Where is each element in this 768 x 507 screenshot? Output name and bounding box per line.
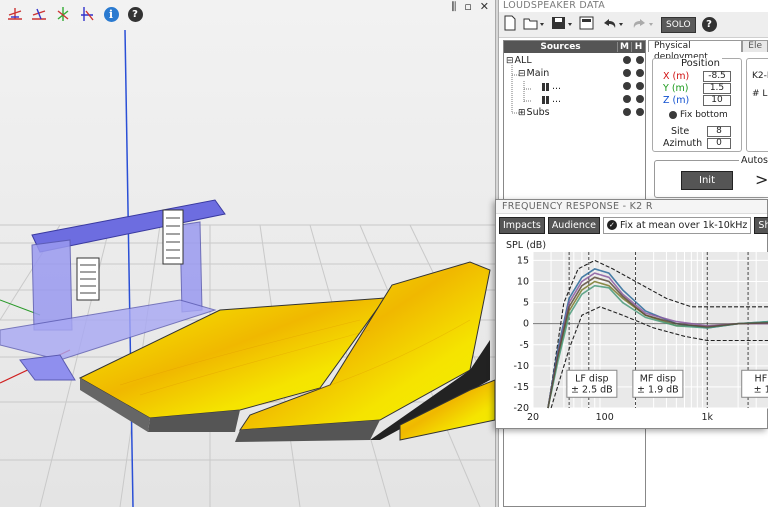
x-tick-label: 20 — [527, 412, 539, 423]
azimuth-input[interactable]: 0 — [707, 138, 731, 149]
fix-bottom-label: Fix bottom — [680, 110, 728, 120]
y-tick-label: -5 — [520, 340, 529, 351]
hide-toggle[interactable] — [636, 108, 644, 116]
fix-mean-checkbox[interactable]: ✓ Fix at mean over 1k-10kHz — [602, 216, 752, 234]
frequency-response-window: FREQUENCY RESPONSE - K2 R Impacts Audien… — [495, 199, 768, 429]
hide-column-header: H — [631, 42, 645, 52]
zoom-tool-icon[interactable] — [78, 5, 96, 23]
speaker-array-icon — [542, 95, 549, 104]
pin-icon[interactable]: ⫼ — [451, 0, 456, 14]
y-tick-label: 0 — [523, 319, 529, 330]
position-group: Position X (m) -8.5 Y (m) 1.5 Z (m) 10 F… — [652, 58, 742, 152]
check-icon: ✓ — [606, 220, 617, 230]
tree-item-label: ... — [552, 81, 562, 92]
panel-toolbar: SOLO ? — [499, 12, 768, 38]
sources-header: Sources M H — [504, 41, 645, 53]
autosplay-title: Autosp — [739, 155, 768, 166]
select-tool-icon[interactable] — [6, 5, 24, 23]
dispersion-value: ± 1.9 — [754, 384, 768, 395]
rotate-tool-icon[interactable] — [30, 5, 48, 23]
z-input[interactable]: 10 — [703, 95, 731, 106]
x-tick-label: 1k — [701, 412, 713, 423]
freq-toolbar: Impacts Audience ✓ Fix at mean over 1k-1… — [496, 214, 768, 236]
speaker-array-icon — [542, 82, 549, 91]
freq-title: FREQUENCY RESPONSE - K2 R — [496, 200, 767, 214]
y-axis-label: SPL (dB) — [506, 240, 546, 251]
open-folder-icon[interactable] — [523, 15, 545, 34]
undo-icon[interactable] — [601, 15, 625, 34]
mute-toggle[interactable] — [623, 95, 631, 103]
site-label: Site — [671, 126, 690, 137]
x-tick-label: 100 — [596, 412, 614, 423]
autosplay-next-button[interactable]: > — [755, 170, 768, 189]
fix-bottom-radio[interactable] — [669, 111, 677, 119]
sources-title: Sources — [540, 42, 581, 52]
hide-toggle[interactable] — [636, 69, 644, 77]
tree-item-label: ... — [552, 94, 562, 105]
info-glyph: i — [103, 6, 119, 22]
autosplay-group: Autosp Init > — [654, 155, 768, 198]
tree-lines — [511, 65, 532, 114]
3d-view[interactable]: i ? ⫼ ▫ ✕ — [0, 0, 495, 507]
dispersion-value: ± 1.9 dB — [637, 384, 679, 395]
3d-toolbar: i ? — [0, 0, 495, 28]
y-input[interactable]: 1.5 — [703, 83, 731, 94]
redo-icon[interactable] — [631, 15, 655, 34]
array-model-label: K2-E — [752, 71, 768, 81]
x-label: X (m) — [663, 71, 690, 82]
dispersion-title: HF di — [755, 373, 768, 384]
init-button[interactable]: Init — [681, 171, 733, 190]
hide-toggle[interactable] — [636, 82, 644, 90]
array-info-group: K2-E # L — [746, 58, 768, 152]
mute-toggle[interactable] — [623, 108, 631, 116]
site-input[interactable]: 8 — [707, 126, 731, 137]
mute-toggle[interactable] — [623, 56, 631, 64]
mute-column-header: M — [617, 42, 631, 52]
mute-toggle[interactable] — [623, 82, 631, 90]
help-glyph: ? — [127, 6, 143, 22]
help-icon[interactable]: ? — [126, 5, 144, 23]
deployment-tabs: Physical deployment Ele — [648, 40, 768, 62]
save-icon[interactable] — [551, 15, 573, 34]
3d-scene[interactable] — [0, 0, 495, 507]
dispersion-value: ± 2.5 dB — [571, 384, 613, 395]
show-measurements-button[interactable]: Show me — [754, 216, 768, 234]
fix-mean-label: Fix at mean over 1k-10kHz — [619, 219, 748, 231]
frequency-chart: 151050-5-10-15-20SPL (dB)20 100 1kLF disp±… — [506, 240, 768, 423]
restore-icon[interactable]: ▫ — [464, 0, 471, 14]
azimuth-label: Azimuth — [663, 138, 703, 149]
panel-title: LOUDSPEAKER DATA — [499, 0, 768, 12]
y-tick-label: 15 — [517, 255, 529, 266]
impacts-button[interactable]: Impacts — [499, 216, 545, 234]
close-icon[interactable]: ✕ — [480, 0, 489, 14]
x-input[interactable]: -8.5 — [703, 71, 731, 82]
y-tick-label: -10 — [513, 361, 529, 372]
panel-help-icon[interactable]: ? — [701, 17, 717, 32]
array-count-label: # L — [752, 89, 768, 99]
audience-button[interactable]: Audience — [547, 216, 600, 234]
y-tick-label: 5 — [523, 298, 529, 309]
z-label: Z (m) — [663, 95, 690, 106]
solo-button[interactable]: SOLO — [661, 16, 696, 33]
z-axis — [124, 29, 134, 507]
window-controls: ⫼ ▫ ✕ — [451, 0, 489, 14]
y-label: Y (m) — [663, 83, 689, 94]
tab-electronic[interactable]: Ele — [742, 40, 768, 52]
position-title: Position — [679, 58, 722, 69]
mute-toggle[interactable] — [623, 69, 631, 77]
y-tick-label: 10 — [517, 277, 529, 288]
dispersion-title: MF disp — [640, 373, 676, 384]
hide-toggle[interactable] — [636, 95, 644, 103]
pan-tool-icon[interactable] — [54, 5, 72, 23]
y-tick-label: -15 — [513, 382, 529, 393]
dispersion-title: LF disp — [575, 373, 608, 384]
export-icon[interactable] — [579, 15, 595, 34]
new-file-icon[interactable] — [503, 15, 517, 34]
info-icon[interactable]: i — [102, 5, 120, 23]
hide-toggle[interactable] — [636, 56, 644, 64]
tab-physical-deployment[interactable]: Physical deployment — [648, 40, 743, 62]
